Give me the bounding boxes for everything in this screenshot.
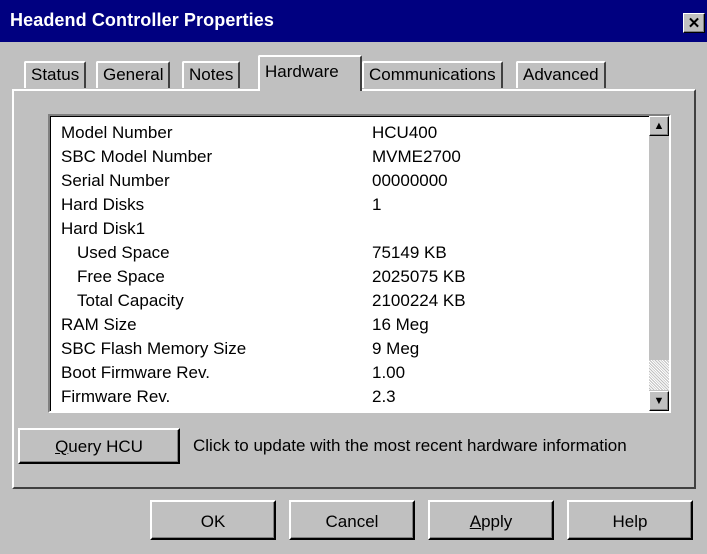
query-hint-text: Click to update with the most recent har… (193, 436, 627, 455)
property-label: SBC Flash Memory Size (61, 339, 247, 358)
tab-communications[interactable]: Communications (362, 61, 503, 88)
hardware-info-listbox[interactable]: Model Number HCU400 SBC Model Number MVME2… (48, 114, 671, 413)
window-title: Headend Controller Properties (10, 10, 274, 30)
property-label: Hard Disk1 (61, 219, 146, 238)
apply-mnemonic: A (469, 512, 482, 531)
scroll-thumb[interactable] (649, 360, 669, 390)
list-item: Free Space 2025075 KB (51, 263, 649, 287)
tab-label: Advanced (523, 65, 599, 84)
property-value: 75149 KB (372, 243, 447, 262)
property-value: 9 Meg (372, 339, 420, 358)
tab-advanced[interactable]: Advanced (516, 61, 606, 88)
property-label: Boot Firmware Rev. (61, 363, 210, 382)
property-value: 16 Meg (372, 315, 429, 334)
property-value: HCU400 (372, 123, 438, 142)
vertical-scrollbar[interactable]: ▲ ▼ (649, 116, 669, 411)
cancel-button[interactable]: Cancel (289, 500, 415, 540)
list-item: RAM Size 16 Meg (51, 311, 649, 335)
help-button-label: Help (612, 512, 648, 531)
property-value: 2025075 KB (372, 267, 466, 286)
close-button[interactable]: ✕ (683, 13, 705, 33)
property-label: Used Space (77, 243, 170, 262)
property-label: Free Space (77, 267, 165, 286)
ok-button-label: OK (200, 512, 226, 531)
hardware-info-list: Model Number HCU400 SBC Model Number MVME2… (50, 116, 649, 411)
apply-button-label: pply (481, 512, 513, 531)
property-value: 2.3 (372, 387, 396, 406)
ok-button[interactable]: OK (150, 500, 276, 540)
query-hcu-mnemonic: Q (55, 437, 69, 456)
property-label: SBC Model Number (61, 147, 213, 166)
list-item: SBC Flash Memory Size 9 Meg (51, 335, 649, 359)
title-bar: Headend Controller Properties ✕ (0, 0, 707, 42)
scroll-track[interactable] (649, 136, 669, 360)
property-value: 1 (372, 195, 382, 214)
list-item: Boot Firmware Rev. 1.00 (51, 359, 649, 383)
scroll-down-button[interactable]: ▼ (649, 391, 669, 411)
property-value: MVME2700 (372, 147, 461, 166)
tab-general[interactable]: General (96, 61, 171, 88)
cancel-button-label: Cancel (325, 512, 379, 531)
property-value: 00000000 (372, 171, 448, 190)
list-item: Hard Disks 1 (51, 191, 649, 215)
close-icon: ✕ (687, 14, 701, 32)
tab-label: Communications (369, 65, 496, 84)
tab-label: Status (31, 65, 80, 84)
apply-button[interactable]: Apply (428, 500, 554, 540)
property-label: RAM Size (61, 315, 137, 334)
property-label: Hard Disks (61, 195, 145, 214)
tab-status[interactable]: Status (24, 61, 87, 88)
query-hcu-button[interactable]: Query HCU (18, 428, 180, 464)
list-item: Used Space 75149 KB (51, 239, 649, 263)
property-value: 1.00 (372, 363, 406, 382)
help-button[interactable]: Help (567, 500, 693, 540)
list-item: Firmware Rev. 2.3 (51, 383, 649, 407)
list-item: SBC Model Number MVME2700 (51, 143, 649, 167)
tab-notes[interactable]: Notes (182, 61, 241, 88)
property-label: Total Capacity (77, 291, 184, 310)
list-item: Total Capacity 2100224 KB (51, 287, 649, 311)
property-label: Serial Number (61, 171, 170, 190)
scroll-down-arrow-icon: ▼ (653, 395, 665, 407)
tab-hardware[interactable]: Hardware (258, 55, 362, 91)
scroll-up-arrow-icon: ▲ (653, 120, 665, 132)
query-hcu-label: uery HCU (68, 437, 143, 456)
property-label: Firmware Rev. (61, 387, 171, 406)
scroll-up-button[interactable]: ▲ (649, 116, 669, 136)
property-label: Model Number (61, 123, 173, 142)
list-item: Hard Disk1 (51, 215, 649, 239)
tab-label: Hardware (265, 62, 339, 81)
tab-label: Notes (189, 65, 234, 84)
tab-label: General (103, 65, 164, 84)
list-item: Serial Number 00000000 (51, 167, 649, 191)
list-item: Model Number HCU400 (51, 119, 649, 143)
property-value: 2100224 KB (372, 291, 466, 310)
